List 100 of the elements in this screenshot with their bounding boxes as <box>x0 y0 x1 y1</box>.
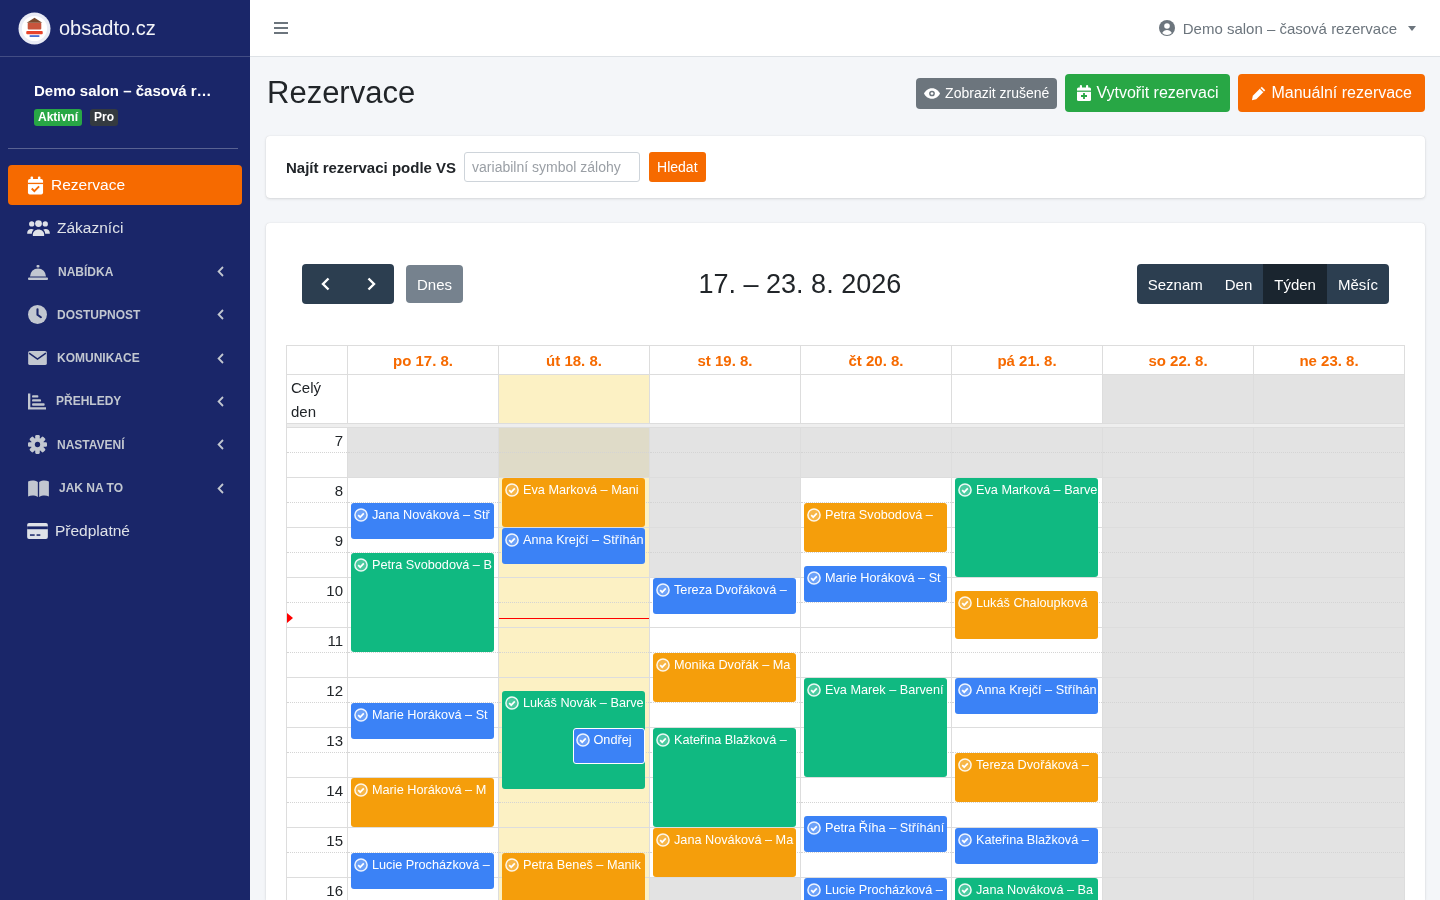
chart-icon <box>28 393 46 410</box>
check-circle-icon <box>354 708 368 722</box>
chevron-left-icon <box>320 277 330 291</box>
reservation-event[interactable]: Eva Marková – Mani <box>502 478 645 527</box>
check-circle-icon <box>656 583 670 597</box>
reservation-event[interactable]: Tereza Dvořáková – <box>653 578 796 614</box>
check-circle-icon <box>958 758 972 772</box>
nav-item[interactable]: NASTAVENÍ <box>8 424 242 465</box>
check-circle-icon <box>958 483 972 497</box>
reservation-event[interactable]: Lucie Procházková – <box>804 878 947 900</box>
reservation-event[interactable]: Eva Marková – Barve <box>955 478 1098 577</box>
check-circle-icon <box>505 858 519 872</box>
search-field[interactable]: variabilní symbol zálohy <box>464 152 641 182</box>
previous-button[interactable] <box>302 264 348 304</box>
check-circle-icon <box>354 858 368 872</box>
check-circle-icon <box>354 508 368 522</box>
create-reservation-button[interactable]: Vytvořit rezervaci <box>1065 74 1231 112</box>
nav-item[interactable]: KOMUNIKACE <box>8 338 242 379</box>
search-button[interactable]: Hledat <box>649 152 706 182</box>
check-circle-icon <box>656 658 670 672</box>
reservation-event[interactable]: Tereza Dvořáková – <box>955 753 1098 802</box>
day-header: pá 21. 8. <box>997 351 1057 369</box>
check-circle-icon <box>807 820 821 835</box>
reservation-event[interactable]: Petra Říha – Stříhání <box>804 815 947 852</box>
check-circle-icon <box>807 570 821 585</box>
day-header: so 22. 8. <box>1148 351 1208 369</box>
all-day-label: Celý den <box>291 379 321 420</box>
status-badge: Aktivní <box>34 109 82 126</box>
hour-label: 12 <box>326 681 344 701</box>
hour-label: 15 <box>326 831 344 851</box>
logo-icon[interactable] <box>18 11 51 45</box>
hour-label: 11 <box>327 631 344 651</box>
eye-icon <box>924 87 941 99</box>
reservation-event[interactable]: Petra Svobodová – <box>804 503 947 552</box>
nav-item[interactable]: DOSTUPNOST <box>8 294 242 335</box>
view-button[interactable]: Den <box>1213 264 1264 304</box>
reservation-event[interactable]: Petra Svobodová – B <box>351 553 494 652</box>
credit-card-icon <box>27 523 48 540</box>
reservation-event[interactable]: Lukáš Chaloupková <box>955 590 1098 639</box>
reservation-event[interactable]: Jana Nováková – Ba <box>955 878 1098 900</box>
nav-item[interactable]: PŘEHLEDY <box>8 381 242 422</box>
hour-label: 7 <box>334 431 344 451</box>
pencil-icon <box>1251 85 1267 101</box>
show-cancelled-button[interactable]: Zobrazit zrušené <box>916 77 1058 109</box>
plan-badge: Pro <box>90 109 119 126</box>
reservation-event[interactable]: Jana Nováková – Ma <box>653 828 796 877</box>
check-circle-icon <box>807 883 821 897</box>
user-icon <box>1158 20 1175 36</box>
day-header: po 17. 8. <box>393 351 453 369</box>
nav-item[interactable]: JAK NA TO <box>8 468 242 509</box>
account-name: Demo salon – časová r… <box>34 82 212 99</box>
reservation-event[interactable]: Jana Nováková – Stř <box>351 503 494 539</box>
check-circle-icon <box>505 483 519 497</box>
reservation-event[interactable]: Kateřina Blažková – <box>653 728 796 827</box>
day-header: ne 23. 8. <box>1299 351 1359 369</box>
reservation-event[interactable]: Marie Horáková – St <box>351 703 494 739</box>
check-circle-icon <box>354 558 368 572</box>
users-icon <box>27 220 50 237</box>
reservation-event[interactable]: Anna Krejčí – Stříhán <box>502 528 645 564</box>
brand-name[interactable]: obsadto.cz <box>59 16 156 40</box>
hour-label: 10 <box>326 581 344 601</box>
check-circle-icon <box>354 783 368 797</box>
reservation-event[interactable]: Kateřina Blažková – <box>955 828 1098 864</box>
menu-icon[interactable] <box>274 22 288 34</box>
calendar-title: 17. – 23. 8. 2026 <box>698 268 902 300</box>
nav-item[interactable]: Zákazníci <box>8 208 242 249</box>
day-header: út 18. 8. <box>546 351 602 369</box>
reservation-event[interactable]: Marie Horáková – St <box>804 565 947 602</box>
next-button[interactable] <box>348 264 394 304</box>
check-circle-icon <box>575 733 590 747</box>
chevron-right-icon <box>366 277 376 291</box>
bell-icon <box>28 263 48 280</box>
gear-icon <box>28 435 47 455</box>
nav-item[interactable]: Rezervace <box>8 165 242 205</box>
check-circle-icon <box>656 733 670 747</box>
view-button[interactable]: Měsíc <box>1326 264 1389 304</box>
day-header: čt 20. 8. <box>848 351 904 369</box>
manual-reservation-button[interactable]: Manuální rezervace <box>1238 74 1425 112</box>
reservation-event[interactable]: Marie Horáková – M <box>351 778 494 827</box>
hour-label: 16 <box>326 881 344 900</box>
view-button[interactable]: Týden <box>1263 264 1327 304</box>
reservation-event[interactable]: Lucie Procházková – <box>351 853 494 889</box>
search-label: Najít rezervaci podle VS <box>286 158 457 176</box>
check-circle-icon <box>958 833 972 847</box>
check-circle-icon <box>958 883 972 897</box>
view-button[interactable]: Seznam <box>1136 264 1214 304</box>
book-icon <box>28 479 49 497</box>
check-circle-icon <box>958 683 972 697</box>
reservation-event[interactable]: Ondřej <box>572 728 645 764</box>
nav-item[interactable]: Předplatné <box>8 511 242 552</box>
nav-item[interactable]: NABÍDKA <box>8 251 242 292</box>
caret-icon <box>1408 25 1416 31</box>
user-menu[interactable]: Demo salon – časová rezervace <box>1158 19 1416 37</box>
reservation-event[interactable]: Petra Beneš – Manik <box>502 853 645 900</box>
check-circle-icon <box>807 508 821 522</box>
hour-label: 13 <box>326 731 344 751</box>
reservation-event[interactable]: Monika Dvořák – Ma <box>653 653 796 702</box>
reservation-event[interactable]: Eva Marek – Barvení <box>804 678 947 777</box>
reservation-event[interactable]: Anna Krejčí – Stříhán <box>955 678 1098 714</box>
hour-label: 9 <box>334 531 344 551</box>
